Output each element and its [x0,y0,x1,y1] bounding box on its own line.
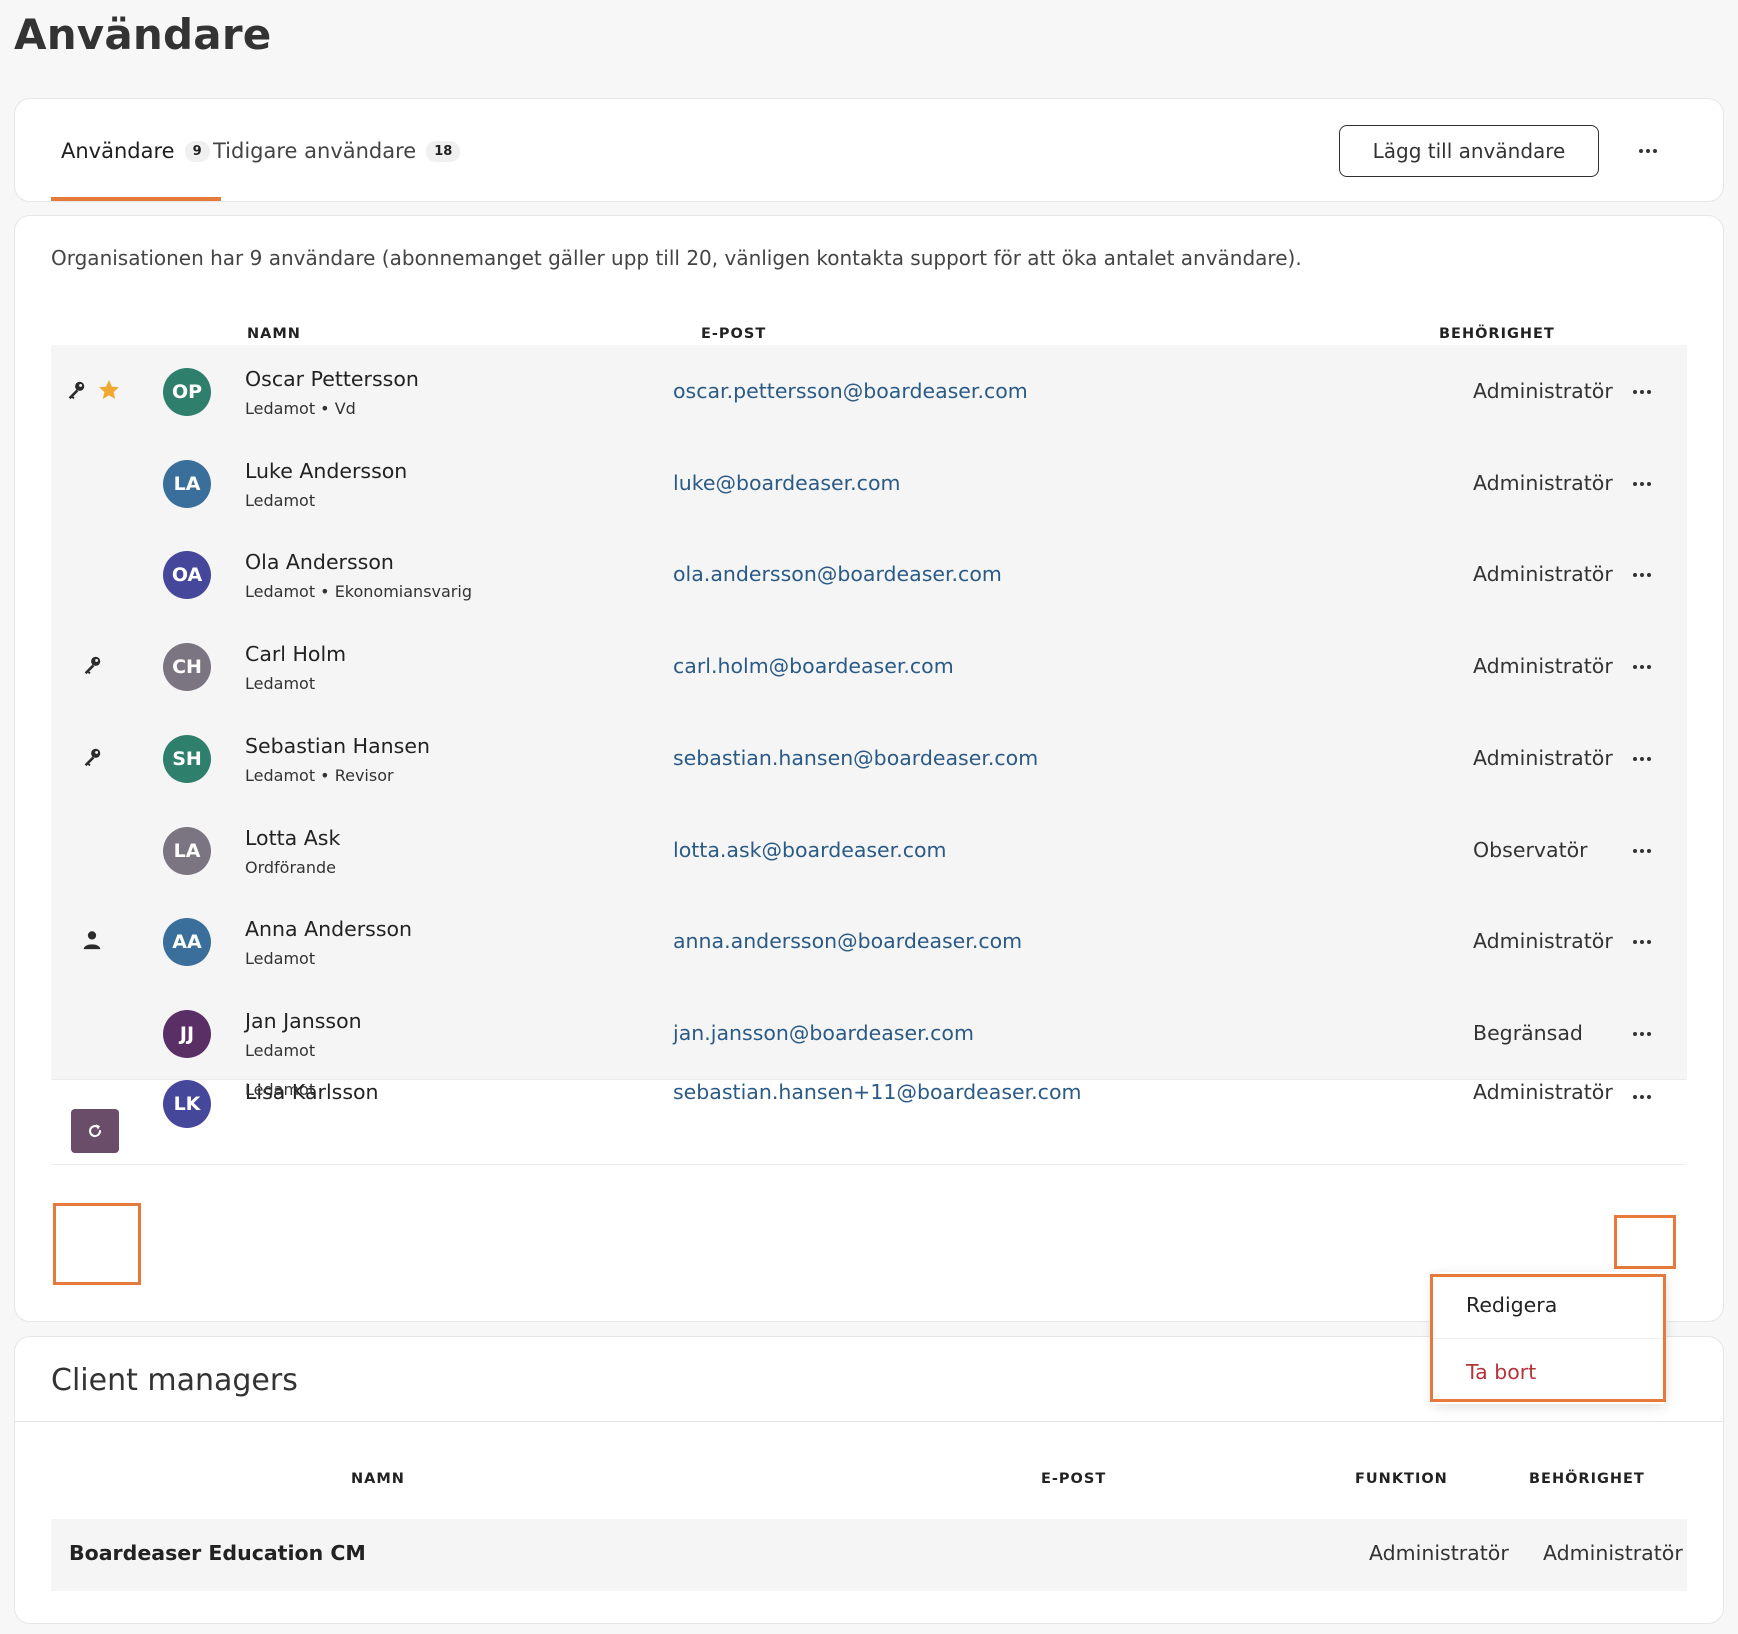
user-name: Jan Jansson [245,1009,362,1033]
active-tab-indicator [51,197,221,201]
column-header-name: NAMN [247,326,301,342]
user-email-link[interactable]: oscar.pettersson@boardeaser.com [673,379,1028,403]
user-email-link[interactable]: jan.jansson@boardeaser.com [673,1021,974,1045]
avatar: OP [163,368,211,416]
tab-label: Tidigare användare [213,139,417,163]
user-permission: Administratör [1473,929,1613,953]
user-email-link[interactable]: lotta.ask@boardeaser.com [673,838,947,862]
tab-users[interactable]: Användare 9 [61,139,210,163]
page-title: Användare [14,10,272,59]
row-more-icon[interactable] [1625,1080,1659,1114]
avatar: LK [163,1080,211,1128]
user-name: Lotta Ask [245,826,341,850]
key-icon [65,379,87,405]
key-icon [81,746,103,772]
user-name: Ola Andersson [245,550,394,574]
table-row[interactable]: OP Oscar Pettersson Ledamot • Vd oscar.pett… [51,345,1687,439]
cm-name: Boardeaser Education CM [69,1541,366,1565]
table-row[interactable]: OA Ola Andersson Ledamot • Ekonomiansvarig… [51,528,1687,622]
divider [15,1421,1723,1422]
users-card: Organisationen har 9 användare (abonnema… [14,215,1724,1322]
add-user-button[interactable]: Lägg till användare [1339,125,1599,177]
column-header-permission: BEHÖRIGHET [1529,1471,1645,1487]
table-row[interactable]: AA Anna Andersson Ledamot anna.andersson@bo… [51,895,1687,989]
refresh-icon[interactable] [71,1109,119,1153]
user-permission: Administratör [1473,471,1613,495]
user-permission: Administratör [1473,379,1613,403]
user-role: Ledamot • Ekonomiansvarig [245,582,472,601]
column-header-name: NAMN [351,1471,405,1487]
tab-count-badge: 18 [426,140,461,162]
avatar: CH [163,643,211,691]
user-role: Ledamot [245,949,316,968]
user-email-link[interactable]: luke@boardeaser.com [673,471,900,495]
table-row[interactable]: JJ Jan Jansson Ledamot jan.jansson@boardeas… [51,987,1687,1081]
user-limit-info: Organisationen har 9 användare (abonnema… [51,246,1302,270]
user-role: Ledamot [245,1041,316,1060]
tab-count-badge: 9 [184,140,210,162]
more-options-icon[interactable] [1631,134,1665,168]
user-name: Anna Andersson [245,917,413,941]
highlight-box [53,1203,141,1285]
row-more-icon[interactable] [1625,650,1659,684]
column-header-function: FUNKTION [1355,1471,1448,1487]
user-role: Ledamot • Revisor [245,766,394,785]
cm-function: Administratör [1369,1541,1509,1565]
user-name: Luke Andersson [245,459,408,483]
avatar: LA [163,827,211,875]
section-title: Client managers [51,1363,298,1398]
avatar: LA [163,460,211,508]
user-name: Sebastian Hansen [245,734,430,758]
user-name: Carl Holm [245,642,347,666]
table-row[interactable]: LA Lotta Ask Ordförande lotta.ask@boardease… [51,804,1687,898]
user-permission: Administratör [1473,1080,1613,1104]
avatar: JJ [163,1010,211,1058]
highlight-box [1614,1215,1676,1269]
row-more-icon[interactable] [1625,467,1659,501]
table-row[interactable]: Boardeaser Education CM Administratör Ad… [51,1519,1687,1591]
avatar: SH [163,735,211,783]
user-email-link[interactable]: carl.holm@boardeaser.com [673,654,954,678]
row-more-icon[interactable] [1625,925,1659,959]
user-name: Oscar Pettersson [245,367,419,391]
table-row[interactable]: LK Lisa Karlsson Ledamot sebastian.hansen+1… [51,1079,1687,1165]
user-permission: Begränsad [1473,1021,1583,1045]
row-more-icon[interactable] [1625,834,1659,868]
user-role: Ordförande [245,858,336,877]
user-permission: Observatör [1473,838,1588,862]
table-row[interactable]: CH Carl Holm Ledamot carl.holm@boardeaser.c… [51,620,1687,714]
column-header-email: E-POST [1041,1471,1107,1487]
user-role: Ledamot [245,674,316,693]
column-header-permission: BEHÖRIGHET [1439,326,1555,342]
user-role: Ledamot • Vd [245,399,356,418]
user-email-link[interactable]: sebastian.hansen@boardeaser.com [673,746,1038,770]
user-email-link[interactable]: anna.andersson@boardeaser.com [673,929,1022,953]
user-permission: Administratör [1473,746,1613,770]
column-header-email: E-POST [701,326,767,342]
user-email-link[interactable]: ola.andersson@boardeaser.com [673,562,1002,586]
row-more-icon[interactable] [1625,375,1659,409]
row-more-icon[interactable] [1625,1017,1659,1051]
row-more-icon[interactable] [1625,558,1659,592]
tab-label: Användare [61,139,175,163]
user-role: Ledamot [245,1080,316,1099]
tabs-card: Användare 9 Tidigare användare 18 Lägg t… [14,98,1724,202]
user-permission: Administratör [1473,654,1613,678]
key-icon [81,654,103,680]
person-icon [81,929,103,955]
user-role: Ledamot [245,491,316,510]
highlight-box [1430,1274,1666,1402]
avatar: OA [163,551,211,599]
table-row[interactable]: LA Luke Andersson Ledamot luke@boardeaser.c… [51,437,1687,531]
row-more-icon[interactable] [1625,742,1659,776]
tab-previous-users[interactable]: Tidigare användare 18 [213,139,461,163]
cm-permission: Administratör [1543,1541,1683,1565]
table-row[interactable]: SH Sebastian Hansen Ledamot • Revisor sebas… [51,712,1687,806]
user-email-link[interactable]: sebastian.hansen+11@boardeaser.com [673,1080,1081,1104]
star-icon [97,378,121,406]
avatar: AA [163,918,211,966]
user-permission: Administratör [1473,562,1613,586]
